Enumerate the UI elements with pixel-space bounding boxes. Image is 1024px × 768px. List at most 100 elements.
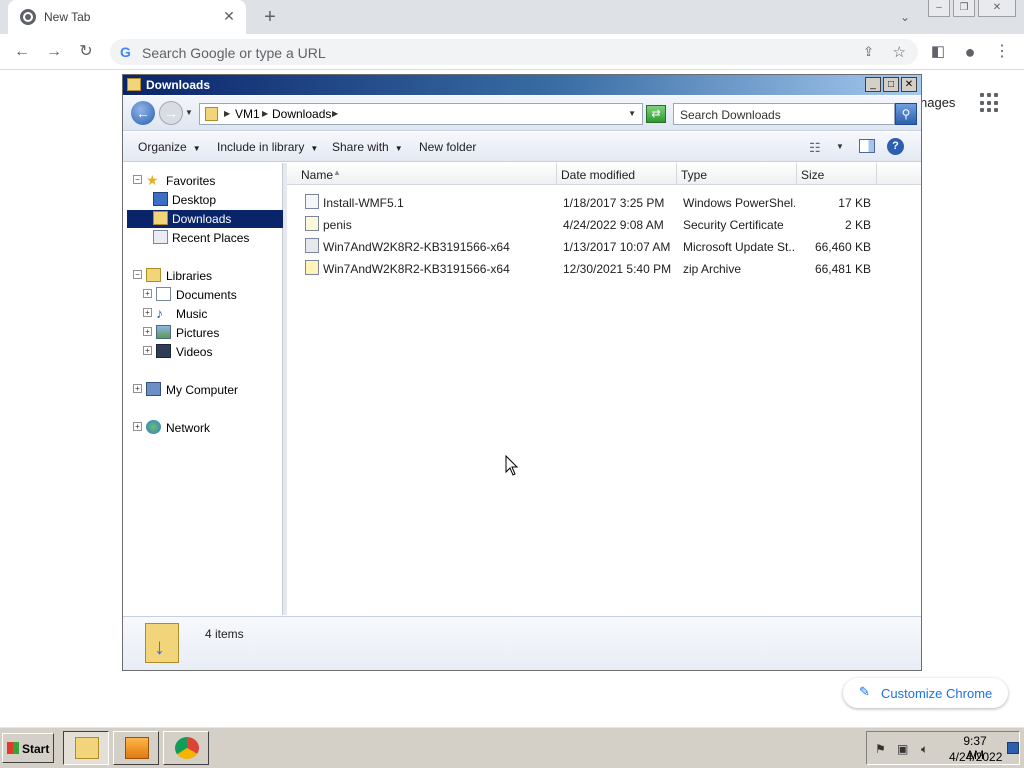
- network-icon[interactable]: ▣: [897, 742, 908, 756]
- expand-icon[interactable]: +: [143, 308, 152, 317]
- column-date-modified-label: Date modified: [561, 168, 636, 182]
- explorer-back-button[interactable]: ←: [131, 101, 155, 125]
- search-input[interactable]: Search Downloads: [673, 103, 895, 125]
- back-button[interactable]: ←: [12, 42, 32, 62]
- file-name: Win7AndW2K8R2-KB3191566-x64: [323, 240, 510, 254]
- file-row[interactable]: Win7AndW2K8R2-KB3191566-x64 1/13/2017 10…: [287, 235, 921, 257]
- bookmark-star-icon[interactable]: ☆: [893, 43, 906, 61]
- explorer-close-button[interactable]: ✕: [901, 77, 917, 92]
- change-view-icon[interactable]: ☷: [809, 140, 821, 156]
- omnibox-placeholder: Search Google or type a URL: [142, 45, 326, 61]
- column-name[interactable]: Name ▲: [287, 163, 557, 185]
- search-icon[interactable]: ⚲: [895, 103, 917, 125]
- file-name: penis: [323, 218, 352, 232]
- file-row[interactable]: Install-WMF5.1 1/18/2017 3:25 PM Windows…: [287, 191, 921, 213]
- breadcrumb-vm1[interactable]: VM1: [235, 107, 260, 121]
- nav-network[interactable]: + Network: [133, 419, 283, 437]
- taskbar-explorer-button[interactable]: [63, 731, 109, 765]
- taskbar-chrome-button[interactable]: [163, 731, 209, 765]
- breadcrumb-separator-icon[interactable]: ▶: [332, 109, 338, 118]
- recent-places-icon: [153, 230, 168, 244]
- images-link[interactable]: nages: [920, 95, 955, 110]
- breadcrumb-separator-icon[interactable]: ▶: [224, 109, 230, 118]
- help-icon[interactable]: ?: [887, 138, 904, 155]
- nav-downloads-label: Downloads: [172, 212, 232, 226]
- include-in-library-menu[interactable]: Include in library ▼: [217, 140, 318, 154]
- window-minimize-button[interactable]: –: [928, 0, 950, 17]
- share-with-menu[interactable]: Share with ▼: [332, 140, 403, 154]
- clock-date[interactable]: 4/24/2022: [949, 750, 1002, 764]
- collapse-icon[interactable]: −: [133, 270, 142, 279]
- new-folder-button[interactable]: New folder: [419, 140, 476, 154]
- nav-desktop[interactable]: Desktop: [153, 191, 283, 209]
- explorer-minimize-button[interactable]: _: [865, 77, 881, 92]
- star-icon: ★: [146, 172, 159, 188]
- nav-downloads[interactable]: Downloads: [127, 210, 283, 228]
- nav-music[interactable]: + ♪ Music: [143, 305, 283, 323]
- nav-favorites[interactable]: − ★ Favorites: [133, 172, 283, 190]
- explorer-folder-icon: [75, 737, 99, 759]
- reload-button[interactable]: ↻: [76, 42, 96, 62]
- nav-documents[interactable]: + Documents: [143, 286, 283, 304]
- file-row[interactable]: Win7AndW2K8R2-KB3191566-x64 12/30/2021 5…: [287, 257, 921, 279]
- chevron-down-icon: ▼: [192, 144, 201, 153]
- column-date-modified[interactable]: Date modified: [557, 163, 677, 185]
- nav-my-computer[interactable]: + My Computer: [133, 381, 283, 399]
- address-dropdown-icon[interactable]: ▼: [628, 109, 636, 118]
- customize-chrome-button[interactable]: ✎ Customize Chrome: [843, 678, 1008, 708]
- nav-libraries-label: Libraries: [166, 269, 213, 283]
- profile-avatar-icon[interactable]: ●: [960, 42, 980, 62]
- explorer-maximize-button[interactable]: □: [883, 77, 899, 92]
- tab-search-chevron-icon[interactable]: ⌄: [896, 8, 914, 26]
- expand-icon[interactable]: +: [133, 422, 142, 431]
- expand-icon[interactable]: +: [143, 327, 152, 336]
- nav-pictures[interactable]: + Pictures: [143, 324, 283, 342]
- forward-button[interactable]: →: [44, 42, 64, 62]
- zip-archive-icon: [305, 260, 319, 275]
- file-row[interactable]: penis 4/24/2022 9:08 AM Security Certifi…: [287, 213, 921, 235]
- share-with-label: Share with: [332, 140, 389, 154]
- side-panel-icon[interactable]: ◧: [928, 42, 948, 62]
- nav-videos[interactable]: + Videos: [143, 343, 283, 361]
- certificate-icon: [305, 216, 319, 231]
- recent-pages-chevron-icon[interactable]: ▼: [185, 108, 193, 117]
- column-type[interactable]: Type: [677, 163, 797, 185]
- nav-videos-label: Videos: [176, 345, 213, 359]
- column-size[interactable]: Size: [797, 163, 877, 185]
- taskbar-media-player-button[interactable]: [113, 731, 159, 765]
- new-tab-button[interactable]: +: [258, 5, 282, 29]
- action-center-flag-icon[interactable]: ⚑: [875, 742, 886, 756]
- organize-menu[interactable]: Organize ▼: [138, 140, 201, 154]
- volume-icon[interactable]: 🔈︎: [921, 742, 928, 757]
- window-restore-button[interactable]: ❐: [953, 0, 975, 17]
- apps-grid-icon[interactable]: [980, 93, 1000, 113]
- expand-icon[interactable]: +: [143, 289, 152, 298]
- breadcrumb-separator-icon[interactable]: ▶: [262, 109, 268, 118]
- explorer-titlebar[interactable]: Downloads _ □ ✕: [123, 75, 921, 95]
- refresh-button[interactable]: ⇄: [646, 105, 666, 123]
- share-icon[interactable]: ⇪: [863, 44, 874, 60]
- breadcrumb[interactable]: ▶ VM1 ▶ Downloads ▶ ▼: [199, 103, 643, 125]
- browser-tab[interactable]: New Tab ✕: [8, 0, 246, 34]
- nav-my-computer-label: My Computer: [166, 383, 239, 397]
- windows-logo-icon: [7, 742, 19, 754]
- nav-network-label: Network: [166, 421, 211, 435]
- browser-menu-icon[interactable]: ⋮: [992, 42, 1012, 62]
- expand-icon[interactable]: +: [143, 346, 152, 355]
- omnibox[interactable]: G Search Google or type a URL ⇪ ☆: [110, 39, 918, 65]
- nav-recent-places[interactable]: Recent Places: [153, 229, 283, 247]
- show-desktop-icon[interactable]: [1007, 742, 1019, 754]
- explorer-forward-button[interactable]: →: [159, 101, 183, 125]
- view-dropdown-icon[interactable]: ▼: [836, 142, 844, 151]
- expand-icon[interactable]: +: [133, 384, 142, 393]
- tab-close-icon[interactable]: ✕: [220, 7, 238, 25]
- window-close-button[interactable]: ✕: [978, 0, 1016, 17]
- column-header: Name ▲ Date modified Type Size: [287, 163, 921, 185]
- preview-pane-icon[interactable]: [859, 139, 875, 153]
- google-g-icon: G: [120, 44, 131, 60]
- breadcrumb-downloads[interactable]: Downloads: [272, 107, 331, 121]
- nav-libraries[interactable]: − Libraries: [133, 267, 283, 285]
- nav-pictures-label: Pictures: [176, 326, 220, 340]
- collapse-icon[interactable]: −: [133, 175, 142, 184]
- start-button[interactable]: Start: [2, 733, 54, 763]
